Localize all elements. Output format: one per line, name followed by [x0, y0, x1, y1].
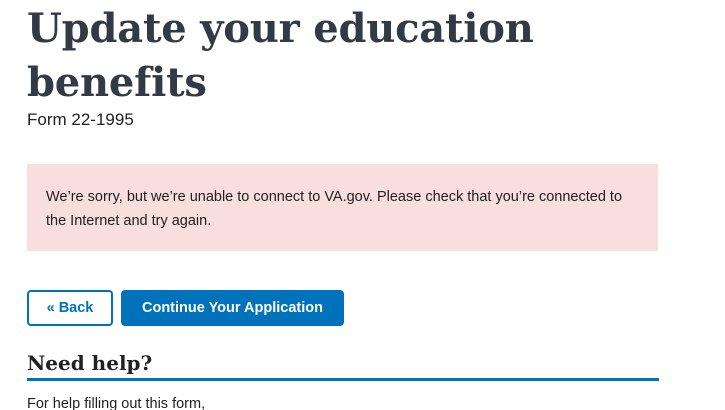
need-help-divider: [27, 378, 659, 381]
error-alert-message: We’re sorry, but we’re unable to connect…: [46, 189, 623, 229]
back-button[interactable]: « Back: [27, 290, 113, 326]
continue-application-button[interactable]: Continue Your Application: [121, 290, 344, 326]
need-help-text: For help filling out this form,: [27, 396, 206, 410]
error-alert: We’re sorry, but we’re unable to connect…: [27, 164, 658, 251]
need-help-heading: Need help?: [27, 351, 153, 375]
page-title: Update your education benefits: [27, 5, 534, 106]
form-number: Form 22-1995: [27, 110, 134, 129]
